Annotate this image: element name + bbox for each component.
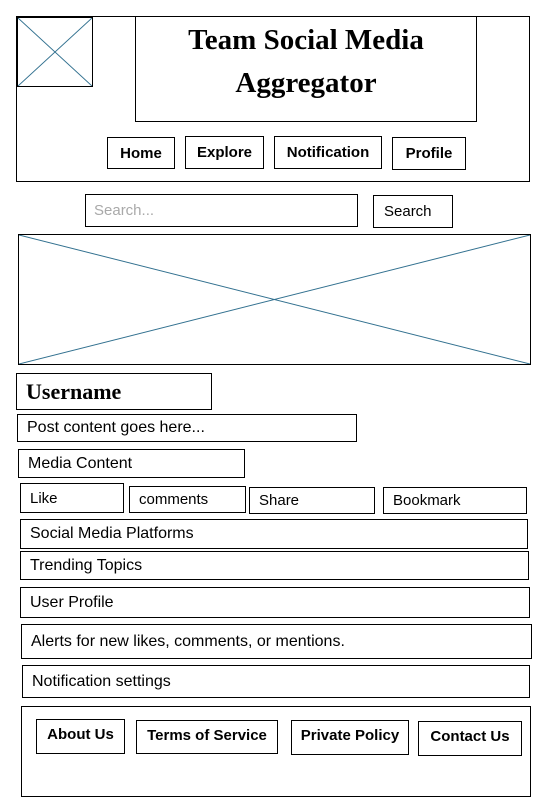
trending-topics[interactable]: Trending Topics [20, 551, 529, 580]
private-policy-link[interactable]: Private Policy [291, 720, 409, 755]
social-media-platforms[interactable]: Social Media Platforms [20, 519, 528, 549]
terms-of-service-link[interactable]: Terms of Service [136, 720, 278, 754]
media-content: Media Content [18, 449, 245, 478]
share-button[interactable]: Share [249, 487, 375, 514]
user-profile[interactable]: User Profile [20, 587, 530, 618]
post-username: Username [16, 373, 212, 410]
nav-profile-button[interactable]: Profile [392, 137, 466, 170]
image-placeholder-icon [18, 18, 92, 86]
bookmark-button[interactable]: Bookmark [383, 487, 527, 514]
page-title-line-2: Aggregator [235, 67, 377, 99]
banner-image-placeholder [18, 234, 531, 365]
search-input[interactable]: Search... [85, 194, 358, 227]
logo-placeholder [17, 17, 93, 87]
nav-explore-button[interactable]: Explore [185, 136, 264, 169]
page-title: Team Social Media Aggregator [135, 19, 477, 105]
contact-us-link[interactable]: Contact Us [418, 721, 522, 756]
notification-settings[interactable]: Notification settings [22, 665, 530, 698]
like-button[interactable]: Like [20, 483, 124, 513]
about-us-link[interactable]: About Us [36, 719, 125, 754]
post-content: Post content goes here... [17, 414, 357, 442]
comments-button[interactable]: comments [129, 486, 246, 513]
image-placeholder-icon [19, 235, 530, 364]
search-placeholder: Search... [94, 202, 155, 219]
nav-home-button[interactable]: Home [107, 137, 175, 169]
nav-notification-button[interactable]: Notification [274, 136, 382, 169]
search-button[interactable]: Search [373, 195, 453, 228]
page-title-line-1: Team Social Media [188, 24, 424, 56]
alerts-panel: Alerts for new likes, comments, or menti… [21, 624, 532, 659]
